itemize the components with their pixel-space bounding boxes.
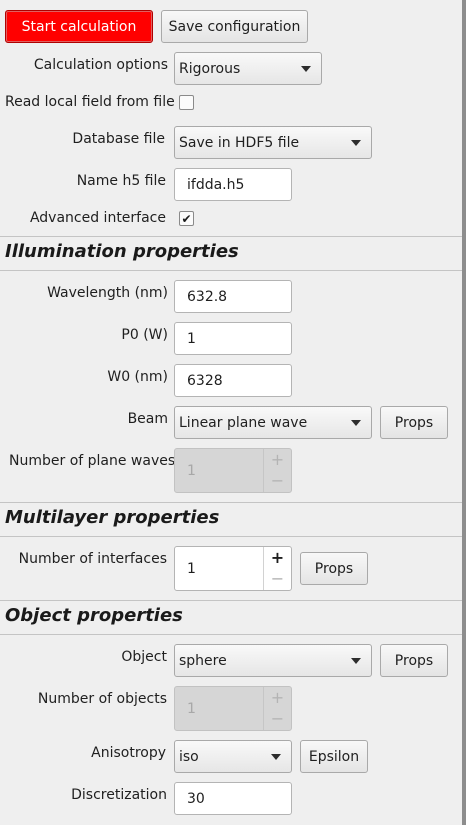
illumination-section-title: Illumination properties (5, 241, 239, 262)
anisotropy-label: Anisotropy (91, 745, 166, 761)
object-dropdown[interactable]: sphere (174, 644, 372, 677)
w0-label: W0 (nm) (107, 369, 168, 385)
divider (0, 270, 462, 271)
beam-dropdown[interactable]: Linear plane wave (174, 406, 372, 439)
num-objects-spinbox[interactable]: 1 + − (174, 686, 292, 731)
multilayer-props-button[interactable]: Props (300, 552, 368, 585)
num-objects-value: 1 (187, 700, 196, 717)
chevron-down-icon (351, 419, 361, 426)
discretization-label: Discretization (71, 787, 167, 803)
object-label: Object (121, 649, 167, 665)
divider (0, 634, 462, 635)
beam-props-button[interactable]: Props (380, 406, 448, 439)
database-file-value: Save in HDF5 file (179, 134, 300, 151)
wavelength-label: Wavelength (nm) (47, 285, 168, 301)
read-local-field-label: Read local field from file (5, 94, 175, 110)
discretization-input[interactable]: 30 (174, 782, 292, 815)
object-section-title: Object properties (5, 605, 183, 626)
p0-label: P0 (W) (121, 327, 168, 343)
divider (0, 502, 462, 503)
calc-options-value: Rigorous (179, 60, 241, 77)
h5-name-label: Name h5 file (76, 173, 166, 189)
object-value: sphere (179, 652, 227, 669)
chevron-down-icon (351, 657, 361, 664)
chevron-down-icon (301, 65, 311, 72)
save-configuration-button[interactable]: Save configuration (161, 10, 308, 43)
decrement-icon[interactable]: − (264, 569, 291, 591)
start-calculation-button[interactable]: Start calculation (5, 10, 153, 43)
p0-input[interactable]: 1 (174, 322, 292, 355)
num-plane-waves-value: 1 (187, 462, 196, 479)
increment-icon[interactable]: + (264, 687, 291, 709)
advanced-interface-checkbox[interactable]: ✔ (179, 211, 194, 226)
wavelength-input[interactable]: 632.8 (174, 280, 292, 313)
database-file-label: Database file (72, 131, 165, 147)
chevron-down-icon (351, 139, 361, 146)
h5-name-input[interactable]: ifdda.h5 (174, 168, 292, 201)
anisotropy-value: iso (179, 748, 199, 765)
object-props-button[interactable]: Props (380, 644, 448, 677)
num-plane-waves-spinbox[interactable]: 1 + − (174, 448, 292, 493)
scrollbar[interactable] (462, 0, 466, 825)
w0-input[interactable]: 6328 (174, 364, 292, 397)
increment-icon[interactable]: + (264, 547, 291, 569)
num-interfaces-value: 1 (187, 560, 196, 577)
divider (0, 536, 462, 537)
epsilon-button[interactable]: Epsilon (300, 740, 368, 773)
decrement-icon[interactable]: − (264, 709, 291, 731)
increment-icon[interactable]: + (264, 449, 291, 471)
calc-options-label: Calculation options (33, 57, 168, 73)
beam-value: Linear plane wave (179, 414, 308, 431)
num-interfaces-spinbox[interactable]: 1 + − (174, 546, 292, 591)
read-local-field-checkbox[interactable] (179, 95, 194, 110)
checkmark-icon: ✔ (181, 211, 192, 226)
decrement-icon[interactable]: − (264, 471, 291, 493)
num-objects-label: Number of objects (37, 691, 167, 707)
beam-label: Beam (127, 411, 168, 427)
num-interfaces-label: Number of interfaces (18, 551, 167, 567)
database-file-dropdown[interactable]: Save in HDF5 file (174, 126, 372, 159)
num-plane-waves-label: Number of plane waves (9, 453, 176, 469)
advanced-interface-label: Advanced interface (29, 210, 166, 226)
divider (0, 236, 462, 237)
multilayer-section-title: Multilayer properties (5, 507, 220, 528)
calc-options-dropdown[interactable]: Rigorous (174, 52, 322, 85)
anisotropy-dropdown[interactable]: iso (174, 740, 292, 773)
chevron-down-icon (271, 753, 281, 760)
divider (0, 600, 462, 601)
